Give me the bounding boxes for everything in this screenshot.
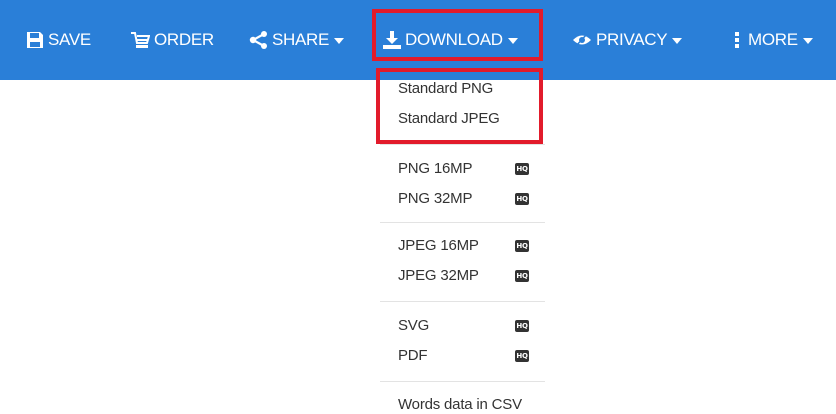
hq-badge-icon: HQ [515,163,529,175]
cart-icon [131,31,150,49]
menu-item-png-32mp[interactable]: PNG 32MP [398,190,472,207]
privacy-label: PRIVACY [596,30,668,49]
more-label: MORE [748,30,798,49]
save-button[interactable]: SAVE [26,0,91,80]
vertical-dots-icon [734,31,740,49]
menu-item-jpeg-16mp[interactable]: JPEG 16MP [398,237,479,254]
menu-item-pdf[interactable]: PDF [398,347,428,364]
share-caret-icon [334,38,345,44]
menu-divider [380,381,545,382]
share-icon [249,31,268,49]
more-menu-button[interactable]: MORE [734,0,813,80]
order-label: ORDER [154,30,214,49]
privacy-menu-button[interactable]: PRIVACY [572,0,683,80]
hq-badge-icon: HQ [515,350,529,362]
save-icon [26,31,44,49]
share-menu-button[interactable]: SHARE [249,0,345,80]
more-caret-icon [802,38,813,44]
menu-item-jpeg-32mp[interactable]: JPEG 32MP [398,267,479,284]
hq-badge-icon: HQ [515,270,529,282]
standard-formats-highlight [376,68,543,144]
menu-item-svg[interactable]: SVG [398,317,429,334]
menu-item-words-csv[interactable]: Words data in CSV [398,396,522,413]
hq-badge-icon: HQ [515,320,529,332]
download-button-highlight [372,9,543,61]
order-button[interactable]: ORDER [131,0,214,80]
menu-divider [380,222,545,223]
privacy-caret-icon [672,38,683,44]
menu-divider [380,144,545,145]
eye-icon [572,33,592,47]
menu-divider [380,301,545,302]
hq-badge-icon: HQ [515,193,529,205]
save-label: SAVE [48,30,91,49]
share-label: SHARE [272,30,330,49]
menu-item-png-16mp[interactable]: PNG 16MP [398,160,472,177]
hq-badge-icon: HQ [515,240,529,252]
